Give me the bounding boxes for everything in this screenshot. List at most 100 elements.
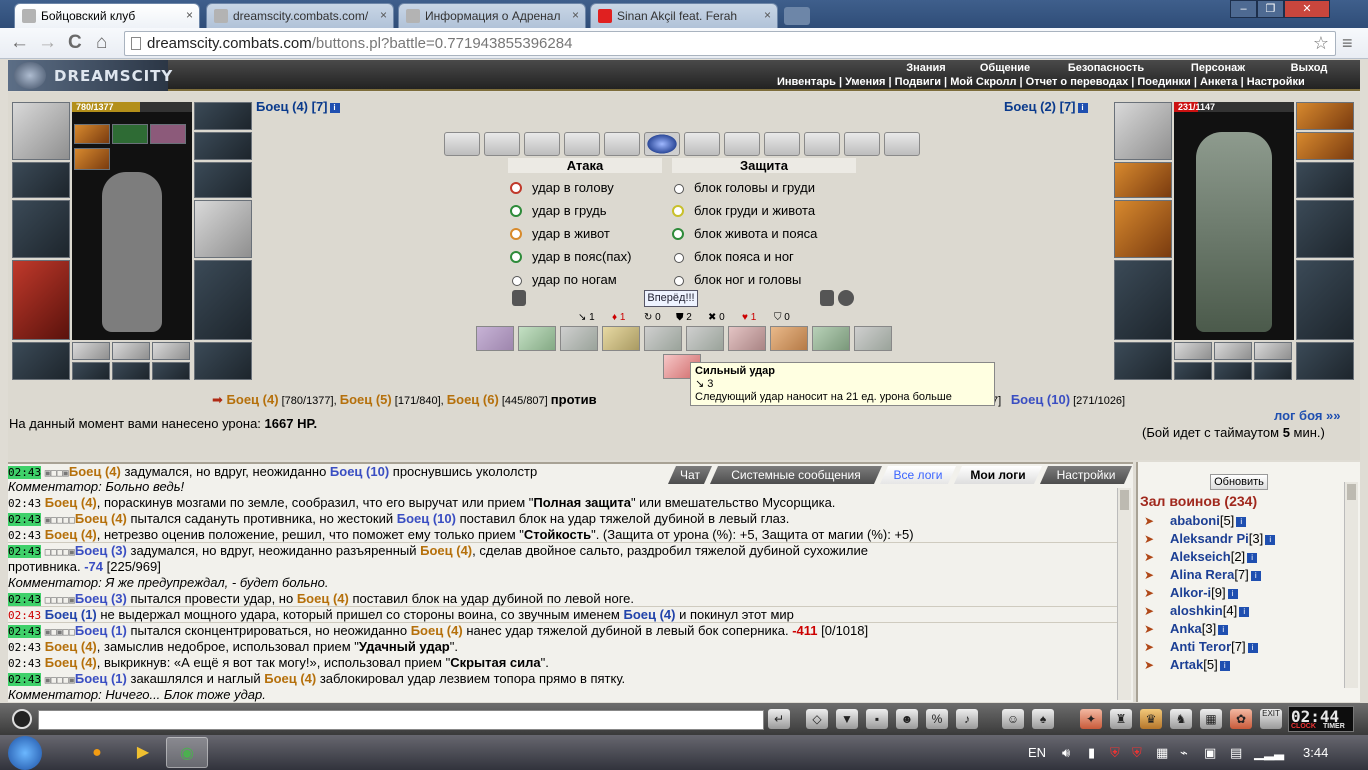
trap-icon[interactable]: ✿: [1230, 709, 1252, 729]
player-item[interactable]: ➤ Alekseich[2] i: [1144, 548, 1258, 566]
medicine-slot[interactable]: [112, 342, 150, 360]
send-icon[interactable]: ↵: [768, 709, 790, 729]
fighter-link[interactable]: Боец (5): [340, 392, 392, 407]
left-shield-icon[interactable]: [512, 290, 526, 306]
fighter-link[interactable]: Боец (10): [1011, 392, 1070, 407]
player-item[interactable]: ➤ Alina Rera[7] i: [1144, 566, 1261, 584]
scroll-slot[interactable]: [884, 132, 920, 156]
fighter-name-link[interactable]: Боец (1): [75, 671, 127, 686]
skill-icon[interactable]: ✦: [1080, 709, 1102, 729]
left-fighter-name[interactable]: Боец (4) [7] i: [256, 99, 340, 114]
players-scrollbar[interactable]: [1344, 482, 1358, 688]
spell-slot[interactable]: [112, 362, 150, 380]
menu-communication[interactable]: Общение: [970, 62, 1040, 75]
filter-icon[interactable]: ▼: [836, 709, 858, 729]
skill-button[interactable]: [770, 326, 808, 351]
radio-icon[interactable]: [512, 276, 522, 286]
refresh-shield-icon[interactable]: [838, 290, 854, 306]
scroll-slot[interactable]: [444, 132, 480, 156]
menu-knowledge[interactable]: Знания: [900, 62, 952, 75]
private-message-icon[interactable]: ➤: [1144, 620, 1164, 636]
ring-slot[interactable]: [1296, 162, 1354, 198]
usb-icon[interactable]: ⌁: [1180, 745, 1188, 761]
chat-timestamp[interactable]: 02:43: [8, 673, 42, 686]
attack-legs[interactable]: удар по ногам: [512, 270, 617, 290]
scroll-slot[interactable]: [564, 132, 600, 156]
block-belt-legs[interactable]: блок пояса и ног: [674, 247, 794, 267]
close-window-button[interactable]: ✕: [1284, 0, 1330, 18]
chat-scroll-thumb[interactable]: [1120, 490, 1129, 510]
scroll-slot[interactable]: [844, 132, 880, 156]
fighter-name-link[interactable]: Боец (4): [45, 639, 97, 654]
chrome-icon[interactable]: ◉: [166, 737, 208, 768]
fighter-name-link[interactable]: Боец (4): [297, 591, 349, 606]
fighter-name-link[interactable]: Боец (4): [623, 607, 675, 622]
player-item[interactable]: ➤ ababoni[5] i: [1144, 512, 1247, 530]
leggings-slot[interactable]: [1296, 260, 1354, 340]
reload-icon[interactable]: C: [68, 32, 82, 54]
info-icon[interactable]: i: [1247, 643, 1258, 653]
effect-slot[interactable]: [74, 148, 110, 170]
music-icon[interactable]: ♪: [956, 709, 978, 729]
chat-timestamp[interactable]: 02:43: [8, 657, 41, 670]
chat-input[interactable]: [38, 710, 764, 730]
player-name[interactable]: Anti Teror: [1170, 639, 1231, 654]
medicine-slot[interactable]: [1214, 342, 1252, 360]
forward-icon[interactable]: →: [38, 32, 57, 54]
media-player-icon[interactable]: ▶: [122, 737, 164, 768]
skill-button[interactable]: [854, 326, 892, 351]
shield-slot[interactable]: [1296, 200, 1354, 258]
tab-all-logs[interactable]: Все логи: [880, 466, 956, 484]
player-name[interactable]: Alkor-i: [1170, 585, 1211, 600]
player-item[interactable]: ➤ Aleksandr Pi[3] i: [1144, 530, 1276, 548]
block-head-chest[interactable]: блок головы и груди: [674, 178, 815, 198]
right-fighter-name[interactable]: Боец (2) [7] i: [1004, 99, 1088, 114]
scroll-slot[interactable]: [684, 132, 720, 156]
battle-log-link[interactable]: лог боя »»: [1274, 408, 1341, 423]
attack-belly[interactable]: удар в живот: [510, 224, 610, 244]
fighter-name-link[interactable]: Боец (4): [69, 464, 121, 479]
boots-slot[interactable]: [194, 342, 252, 380]
private-message-icon[interactable]: ➤: [1144, 656, 1164, 672]
belt-slot[interactable]: [1114, 342, 1172, 380]
address-bar[interactable]: dreamscity.combats.com/buttons.pl?battle…: [124, 31, 1336, 56]
tab-fight-club[interactable]: Бойцовский клуб ×: [14, 3, 200, 28]
helmet-slot[interactable]: [1114, 102, 1172, 160]
player-item[interactable]: ➤ Alkor-i[9] i: [1144, 584, 1238, 602]
chat-mode-icon[interactable]: [12, 709, 32, 729]
player-name[interactable]: aloshkin: [1170, 603, 1223, 618]
belt-slot[interactable]: [12, 342, 70, 380]
home-icon[interactable]: ⌂: [96, 32, 107, 54]
info-icon[interactable]: i: [1250, 571, 1261, 581]
fighter-name-link[interactable]: Боец (3): [75, 591, 127, 606]
chat-log[interactable]: 02:43 ▣□□▣Боец (4) задумался, но вдруг, …: [8, 462, 1133, 702]
skill-button[interactable]: [812, 326, 850, 351]
private-message-icon[interactable]: ➤: [1144, 566, 1164, 582]
person-icon[interactable]: ☻: [896, 709, 918, 729]
private-message-icon[interactable]: ➤: [1144, 512, 1164, 528]
player-name[interactable]: Artak: [1170, 657, 1203, 672]
radio-icon[interactable]: [510, 182, 522, 194]
fighter-name-link[interactable]: Боец (4): [264, 671, 316, 686]
fighter-name-link[interactable]: Боец (4): [45, 527, 97, 542]
info-icon[interactable]: i: [1247, 553, 1258, 563]
tray-icon[interactable]: ▣: [1204, 745, 1216, 761]
skill-button[interactable]: [476, 326, 514, 351]
menu-exit[interactable]: Выход: [1284, 62, 1334, 75]
info-icon[interactable]: i: [1218, 625, 1229, 635]
tab-dreamscity[interactable]: dreamscity.combats.com/ ×: [206, 3, 394, 28]
security-icon[interactable]: ⛨: [1110, 745, 1120, 761]
effect-slot[interactable]: [112, 124, 148, 144]
players-scroll-thumb[interactable]: [1347, 484, 1356, 500]
chat-timestamp[interactable]: 02:43: [8, 625, 42, 638]
block-belly-belt[interactable]: блок живота и пояса: [672, 224, 817, 244]
refresh-button[interactable]: Обновить: [1210, 474, 1268, 490]
player-name[interactable]: Alekseich: [1170, 549, 1231, 564]
tray-icon[interactable]: ▤: [1230, 745, 1242, 761]
menu-icon[interactable]: ≡: [1342, 32, 1353, 54]
scroll-slot[interactable]: [484, 132, 520, 156]
skill-button[interactable]: [518, 326, 556, 351]
player-name[interactable]: Anka: [1170, 621, 1202, 636]
volume-icon[interactable]: 🔊︎: [1062, 745, 1070, 761]
tab-youtube[interactable]: Sinan Akçil feat. Ferah ×: [590, 3, 778, 28]
